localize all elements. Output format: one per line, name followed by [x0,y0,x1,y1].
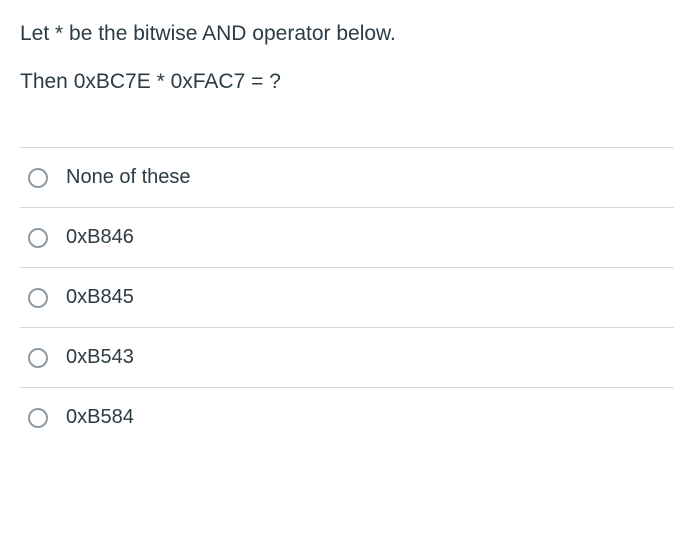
options-list: None of these 0xB846 0xB845 0xB543 0xB58… [20,147,674,447]
option-row[interactable]: 0xB584 [20,388,674,447]
radio-icon[interactable] [28,168,48,188]
question-line-1: Let * be the bitwise AND operator below. [20,18,674,50]
option-row[interactable]: 0xB846 [20,208,674,268]
option-row[interactable]: None of these [20,148,674,208]
radio-icon[interactable] [28,288,48,308]
question-block: Let * be the bitwise AND operator below.… [20,18,674,97]
question-line-2: Then 0xBC7E * 0xFAC7 = ? [20,66,674,98]
option-label: None of these [66,166,191,189]
option-label: 0xB584 [66,406,134,429]
option-label: 0xB846 [66,226,134,249]
option-row[interactable]: 0xB845 [20,268,674,328]
radio-icon[interactable] [28,408,48,428]
radio-icon[interactable] [28,228,48,248]
option-label: 0xB543 [66,346,134,369]
option-row[interactable]: 0xB543 [20,328,674,388]
option-label: 0xB845 [66,286,134,309]
radio-icon[interactable] [28,348,48,368]
